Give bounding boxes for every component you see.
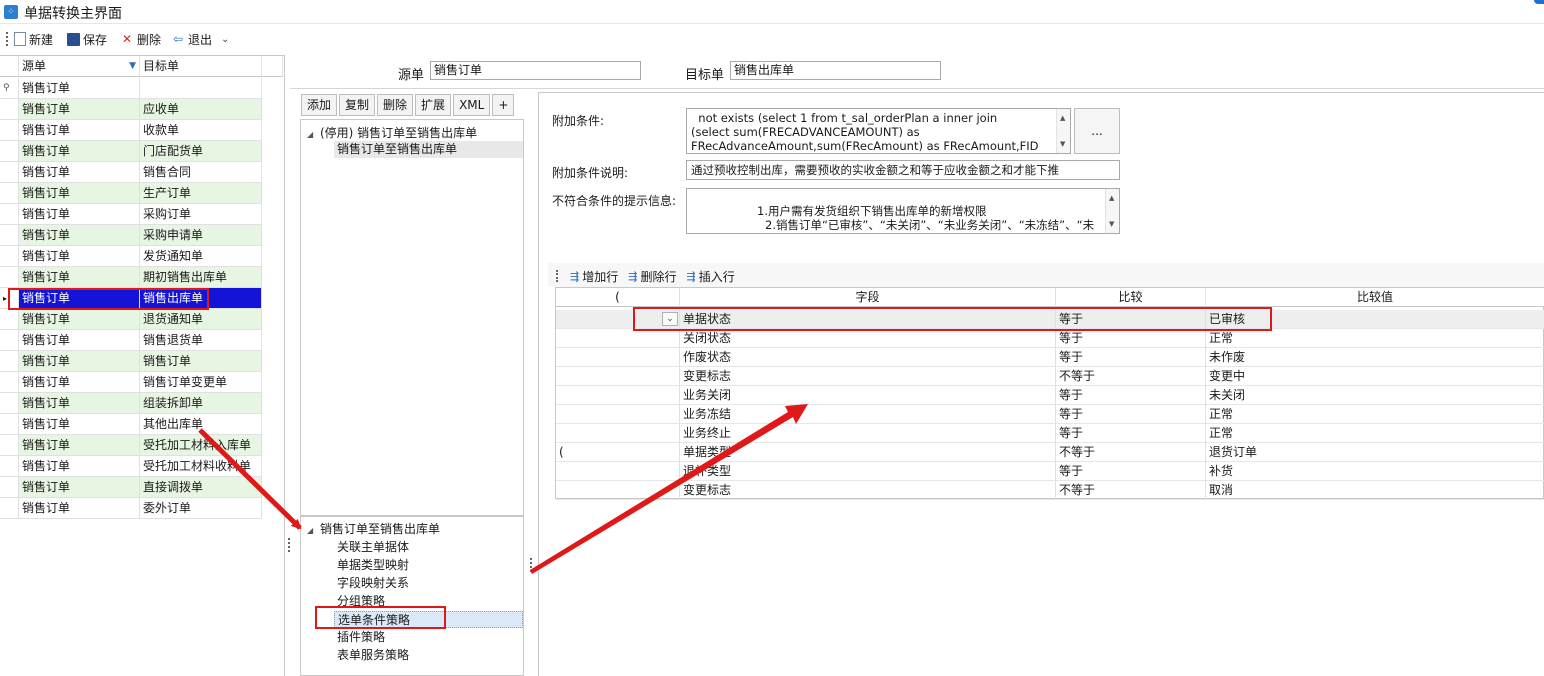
arrow-to-condition [530, 404, 808, 574]
arrow-to-strategy [198, 428, 302, 530]
annotation-arrows [198, 404, 808, 574]
